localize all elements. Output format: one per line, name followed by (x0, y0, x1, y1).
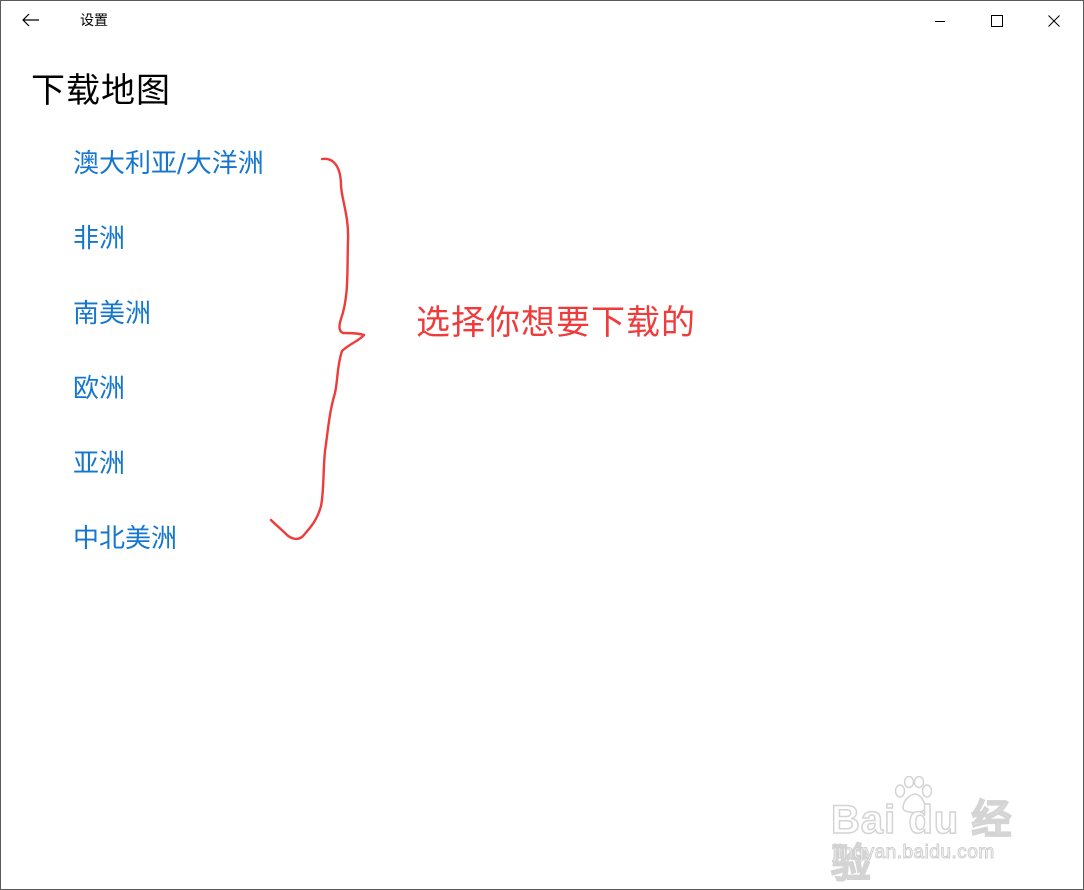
close-button[interactable] (1031, 1, 1077, 41)
close-icon (1048, 12, 1060, 31)
annotation-text: 选择你想要下载的 (416, 303, 696, 343)
minimize-button[interactable] (917, 1, 963, 41)
region-link-north-central-america[interactable]: 中北美洲 (73, 521, 177, 557)
window-title: 设置 (80, 13, 108, 29)
list-item: 中北美洲 (73, 521, 264, 596)
back-button[interactable] (15, 7, 47, 35)
region-link-south-america[interactable]: 南美洲 (73, 296, 151, 332)
back-arrow-icon (22, 12, 40, 31)
region-list: 澳大利亚/大洋洲 非洲 南美洲 欧洲 亚洲 中北美洲 (73, 146, 264, 596)
region-link-asia[interactable]: 亚洲 (73, 446, 125, 482)
region-link-europe[interactable]: 欧洲 (73, 371, 125, 407)
list-item: 澳大利亚/大洋洲 (73, 146, 264, 221)
maximize-button[interactable] (974, 1, 1020, 41)
maximize-icon (991, 12, 1003, 31)
page-title: 下载地图 (31, 71, 171, 111)
region-link-africa[interactable]: 非洲 (73, 221, 125, 257)
settings-window: 设置 下载地图 澳大利亚/大洋洲 非洲 南美洲 欧洲 亚洲 中北美洲 选择你想要… (0, 0, 1084, 890)
region-link-oceania[interactable]: 澳大利亚/大洋洲 (73, 146, 264, 182)
watermark: Bai du 经验 jingyan.baidu.com (830, 776, 1031, 887)
title-bar: 设置 (1, 1, 1083, 41)
minimize-icon (934, 12, 946, 31)
watermark-url: jingyan.baidu.com (833, 842, 995, 864)
list-item: 欧洲 (73, 371, 264, 446)
list-item: 亚洲 (73, 446, 264, 521)
list-item: 非洲 (73, 221, 264, 296)
list-item: 南美洲 (73, 296, 264, 371)
